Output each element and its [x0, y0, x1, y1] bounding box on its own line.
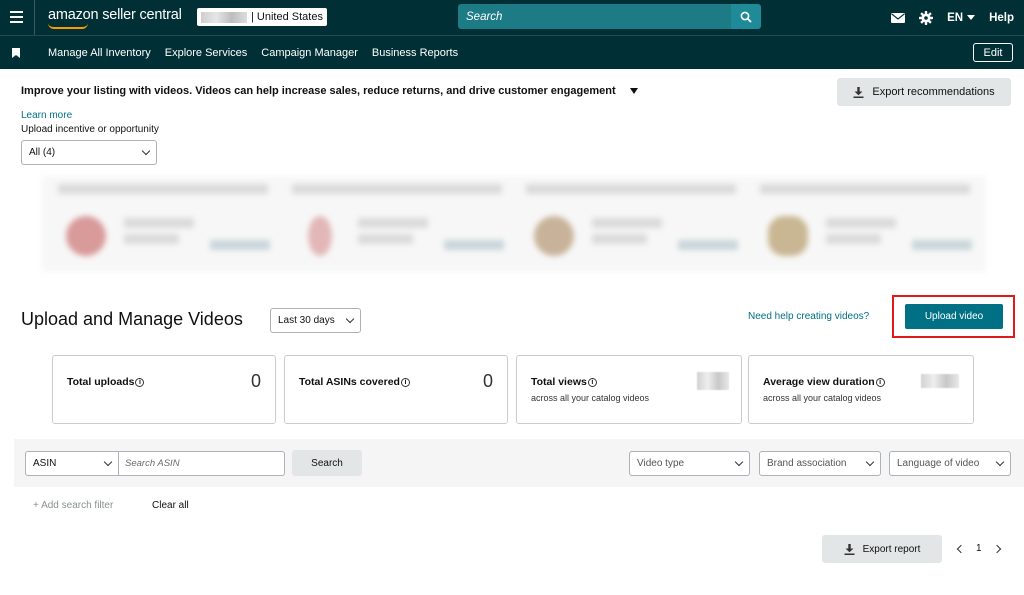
chevron-down-icon: [865, 457, 875, 467]
kpi-subtitle: across all your catalog videos: [531, 393, 650, 403]
kpi-total-views: Total views i across all your catalog vi…: [516, 355, 742, 424]
kpi-value-redacted: [697, 372, 729, 390]
edit-nav-button[interactable]: Edit: [973, 43, 1013, 62]
language-of-video-label: Language of video: [897, 458, 980, 469]
video-type-select[interactable]: Video type: [629, 451, 750, 476]
search-field-select[interactable]: ASIN: [25, 451, 119, 476]
kpi-title: Average view duration i: [763, 376, 885, 388]
help-creating-videos-link[interactable]: Need help creating videos?: [748, 311, 869, 322]
kpi-value-redacted: [921, 374, 959, 388]
brand-association-label: Brand association: [767, 458, 847, 469]
header-divider: [34, 0, 35, 35]
kpi-title: Total uploads i: [67, 376, 145, 388]
export-report-label: Export report: [862, 543, 921, 555]
info-icon[interactable]: i: [587, 377, 597, 387]
incentive-filter-select[interactable]: All (4): [21, 140, 157, 165]
expand-caret-icon[interactable]: [629, 88, 638, 94]
kpi-value: 0: [250, 371, 261, 391]
brand-association-select[interactable]: Brand association: [759, 451, 881, 476]
bookmark-icon[interactable]: [12, 48, 20, 58]
date-range-value: Last 30 days: [278, 315, 335, 326]
marketplace-label: | United States: [251, 11, 323, 23]
nav-manage-all-inventory[interactable]: Manage All Inventory: [48, 47, 151, 59]
download-icon: [844, 543, 855, 555]
export-recommendations-button[interactable]: Export recommendations: [837, 78, 1011, 106]
kpi-title-text: Total uploads: [67, 376, 135, 388]
mail-icon[interactable]: [891, 12, 906, 23]
export-recommendations-label: Export recommendations: [872, 86, 995, 98]
chevron-down-icon: [734, 457, 744, 467]
nav-bar: Manage All Inventory Explore Services Ca…: [0, 35, 1024, 69]
language-selector[interactable]: EN: [947, 11, 976, 24]
kpi-title: Total ASINs covered i: [299, 376, 410, 388]
page-title: Upload and Manage Videos: [21, 309, 243, 329]
language-of-video-select[interactable]: Language of video: [889, 451, 1011, 476]
nav-explore-services[interactable]: Explore Services: [165, 47, 248, 59]
chevron-down-icon: [141, 146, 151, 156]
video-type-label: Video type: [637, 458, 685, 469]
logo-smile-icon: [48, 23, 88, 29]
kpi-title-text: Total ASINs covered: [299, 376, 400, 388]
date-range-select[interactable]: Last 30 days: [270, 308, 361, 333]
info-icon[interactable]: i: [135, 377, 145, 387]
chevron-left-icon[interactable]: [956, 544, 966, 553]
header-actions: EN Help: [891, 0, 1014, 35]
global-search: Search: [458, 4, 761, 29]
help-link[interactable]: Help: [989, 12, 1014, 24]
marketplace-selector[interactable]: | United States: [197, 8, 327, 26]
nav-links: Manage All Inventory Explore Services Ca…: [48, 47, 458, 59]
language-label: EN: [947, 11, 964, 24]
chevron-down-icon: [995, 457, 1005, 467]
search-asin-button[interactable]: Search: [292, 450, 362, 476]
kpi-title-text: Average view duration: [763, 376, 875, 388]
nav-campaign-manager[interactable]: Campaign Manager: [261, 47, 358, 59]
caret-down-icon: [967, 15, 976, 20]
recommendation-card[interactable]: [752, 176, 984, 272]
recommendation-card[interactable]: [284, 176, 516, 272]
search-button[interactable]: [731, 4, 761, 29]
kpi-total-uploads: Total uploads i 0: [52, 355, 276, 424]
gear-icon[interactable]: [919, 10, 934, 25]
kpi-title: Total views i: [531, 376, 597, 388]
incentive-filter-value: All (4): [29, 147, 56, 158]
recommendation-text: Improve your listing with videos. Videos…: [21, 85, 616, 97]
chevron-right-icon[interactable]: [992, 544, 1001, 553]
clear-all-link[interactable]: Clear all: [152, 500, 189, 511]
pagination: 1: [956, 543, 1001, 554]
current-page[interactable]: 1: [976, 543, 982, 554]
kpi-title-text: Total views: [531, 376, 587, 388]
kpi-value: 0: [482, 371, 493, 391]
kpi-subtitle: across all your catalog videos: [763, 393, 882, 403]
info-icon[interactable]: i: [875, 377, 885, 387]
chevron-down-icon: [103, 457, 113, 467]
hamburger-menu-icon[interactable]: [10, 11, 23, 23]
search-icon: [740, 11, 752, 23]
recommendation-headline[interactable]: Improve your listing with videos. Videos…: [21, 85, 638, 97]
global-search-input[interactable]: Search: [458, 4, 731, 29]
upload-video-button[interactable]: Upload video: [905, 304, 1003, 329]
recommendation-cards-blurred: [42, 176, 986, 272]
add-search-filter-link[interactable]: + Add search filter: [33, 500, 113, 511]
chevron-down-icon: [345, 314, 355, 324]
seller-central-logo[interactable]: amazon seller central: [48, 7, 182, 23]
info-icon[interactable]: i: [400, 377, 410, 387]
recommendation-card[interactable]: [518, 176, 750, 272]
kpi-average-view-duration: Average view duration i across all your …: [748, 355, 974, 424]
nav-business-reports[interactable]: Business Reports: [372, 47, 458, 59]
learn-more-link[interactable]: Learn more: [21, 110, 72, 121]
top-bar: amazon seller central | United States Se…: [0, 0, 1024, 35]
download-icon: [853, 86, 864, 98]
account-name-redacted: [201, 11, 247, 23]
export-report-button[interactable]: Export report: [822, 535, 942, 563]
search-field-value: ASIN: [33, 458, 57, 469]
recommendation-card[interactable]: [50, 176, 282, 272]
asin-search-input[interactable]: Search ASIN: [118, 451, 285, 476]
filter-label: Upload incentive or opportunity: [21, 124, 159, 135]
kpi-total-asins-covered: Total ASINs covered i 0: [284, 355, 508, 424]
